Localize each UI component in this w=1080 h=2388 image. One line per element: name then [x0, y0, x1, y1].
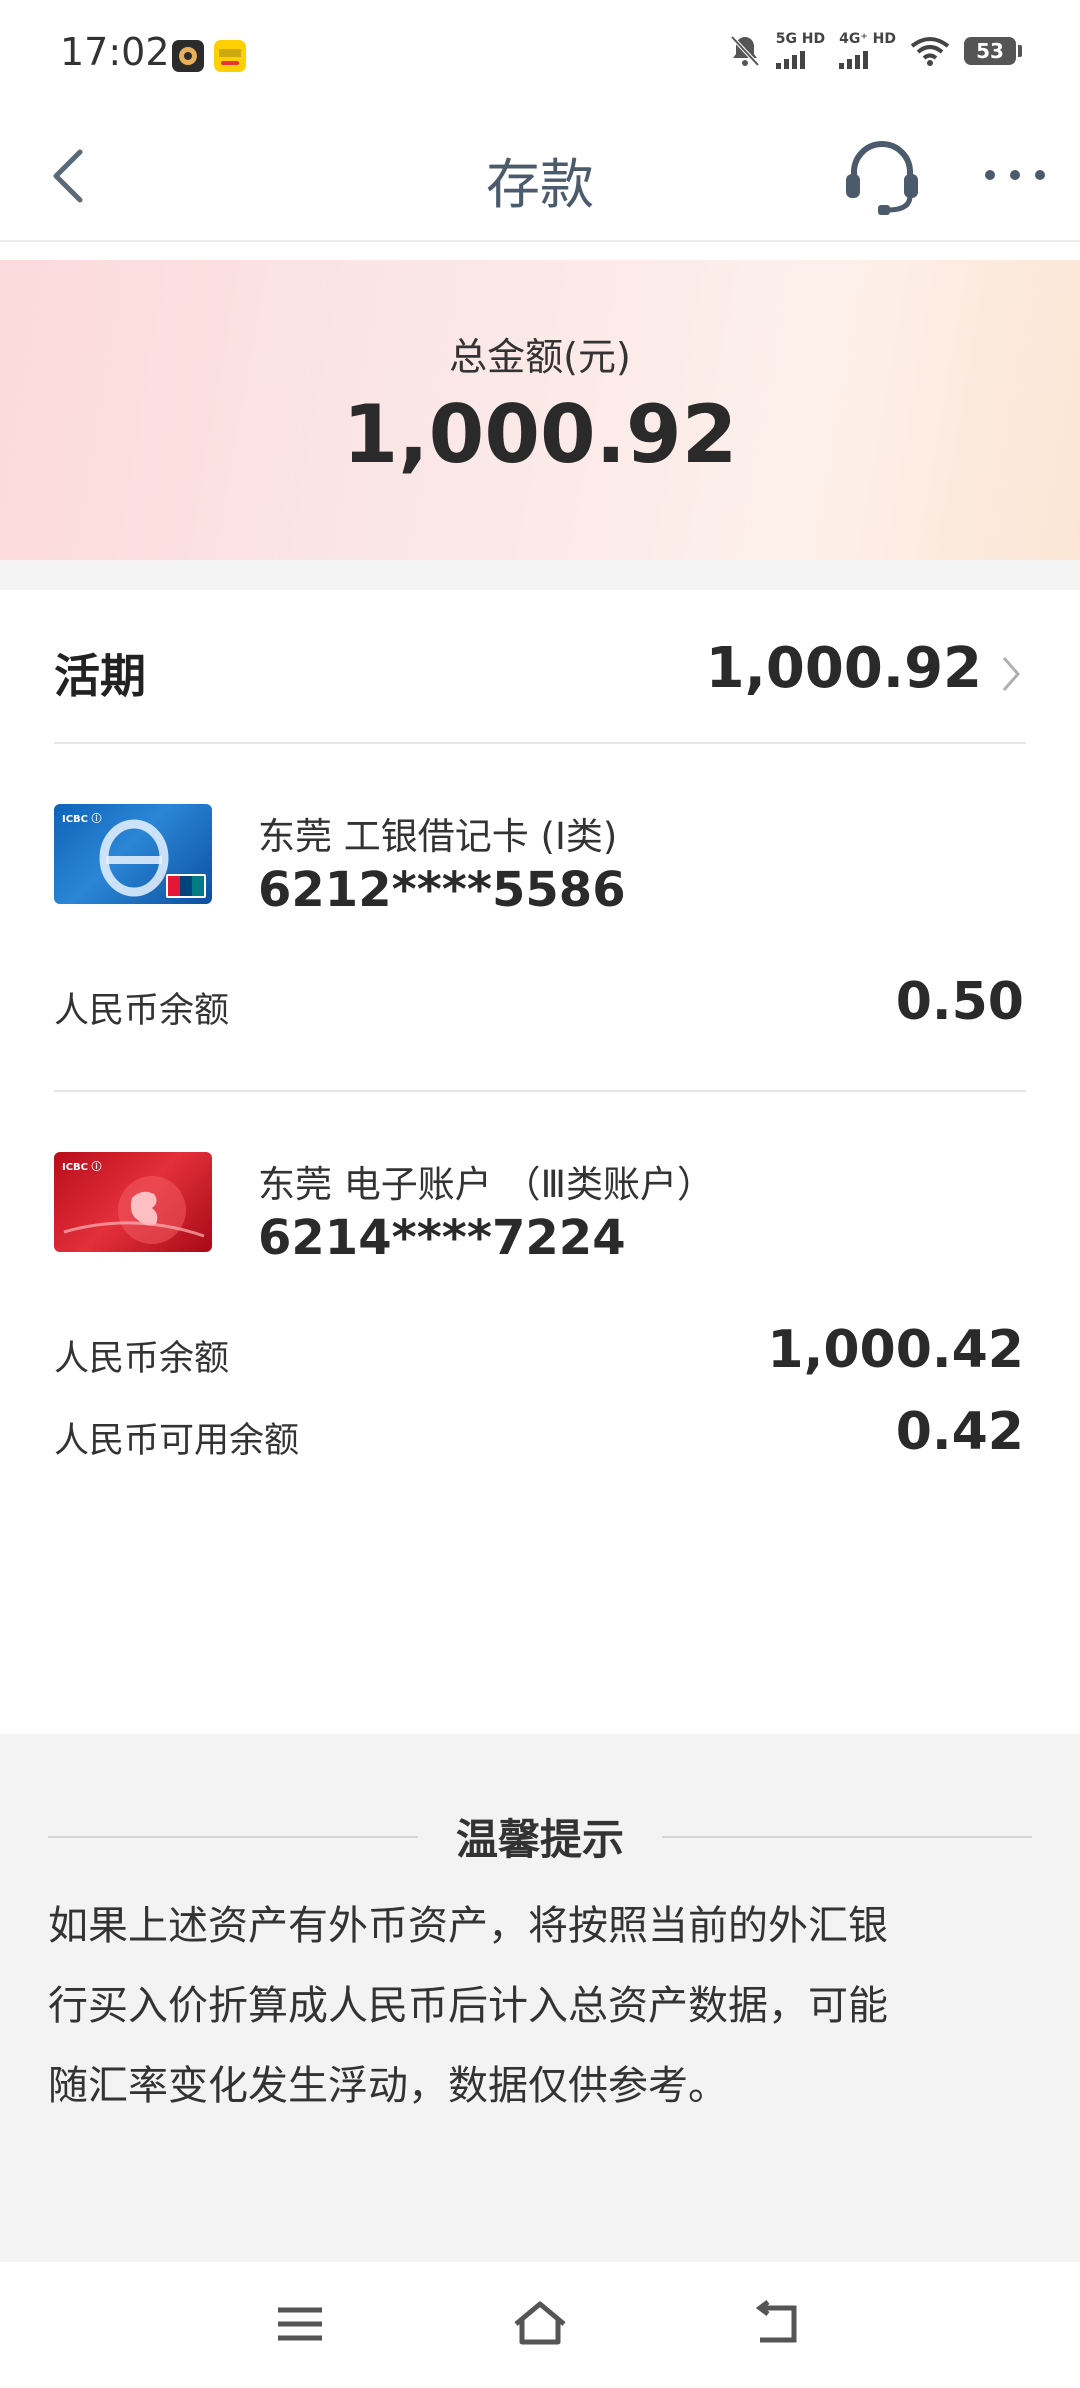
menu-icon[interactable] [270, 2298, 330, 2350]
section-gap [0, 560, 1080, 590]
balance-label: 人民币余额 [54, 1339, 230, 1379]
status-time: 17:02 [60, 30, 170, 74]
system-nav-bar [0, 2262, 1080, 2388]
available-balance-label: 人民币可用余额 [54, 1421, 300, 1461]
customer-service-icon[interactable] [840, 132, 924, 222]
chevron-right-icon [1002, 657, 1020, 691]
battery-level: 53 [964, 36, 1016, 65]
tips-text: 如果上述资产有外币资产，将按照当前的外汇银 行买入价折算成人民币后计入总资产数据… [48, 1886, 1032, 2126]
account-name: 东莞 电子账户 （Ⅲ类账户） [258, 1163, 715, 1206]
tips-line-1: 如果上述资产有外币资产，将按照当前的外汇银 [48, 1903, 888, 1949]
divider [54, 742, 1026, 744]
available-balance-value: 0.42 [895, 1402, 1024, 1462]
balance-value: 1,000.42 [767, 1320, 1024, 1380]
account-number: 6212****5586 [258, 862, 626, 918]
tips-panel: 温馨提示 如果上述资产有外币资产，将按照当前的外汇银 行买入价折算成人民币后计入… [0, 1734, 1080, 2262]
more-icon[interactable] [980, 162, 1050, 188]
app-icon [172, 40, 204, 72]
wifi-icon [910, 36, 950, 66]
account-number: 6214****7224 [258, 1210, 626, 1266]
net1-label: 5G HD [775, 31, 826, 47]
balance-value: 0.50 [895, 972, 1024, 1032]
status-bar: 17:02 5G HD 4G⁺ HD 53 [0, 0, 1080, 118]
nav-bar: 存款 [0, 118, 1080, 242]
section-title: 活期 [54, 649, 146, 703]
battery-icon: 53 [964, 36, 1022, 65]
tips-line-3: 随汇率变化发生浮动，数据仅供参考。 [48, 2063, 728, 2109]
signal-icon: 4G⁺ HD [839, 32, 896, 69]
meituan-icon [214, 40, 246, 72]
net2-label: 4G⁺ HD [839, 31, 896, 47]
divider [54, 1090, 1026, 1092]
total-amount-banner: 总金额(元) 1,000.92 [0, 260, 1080, 560]
account-name: 东莞 工银借记卡 (I类) [258, 815, 618, 858]
tips-line-2: 行买入价折算成人民币后计入总资产数据，可能 [48, 1983, 888, 2029]
home-icon[interactable] [510, 2298, 570, 2350]
section-total: 1,000.92 [705, 636, 982, 701]
back-nav-icon[interactable] [750, 2298, 810, 2350]
mute-bell-icon [730, 35, 760, 66]
signal-icon: 5G HD [775, 31, 826, 69]
balance-label: 人民币余额 [54, 991, 230, 1031]
debit-card-image: ICBC ⓘ [54, 804, 212, 904]
total-amount-value: 1,000.92 [342, 388, 738, 481]
e-account-card-image: ICBC ⓘ [54, 1152, 212, 1252]
total-amount-label: 总金额(元) [449, 335, 631, 379]
tips-title: 温馨提示 [455, 1815, 624, 1864]
